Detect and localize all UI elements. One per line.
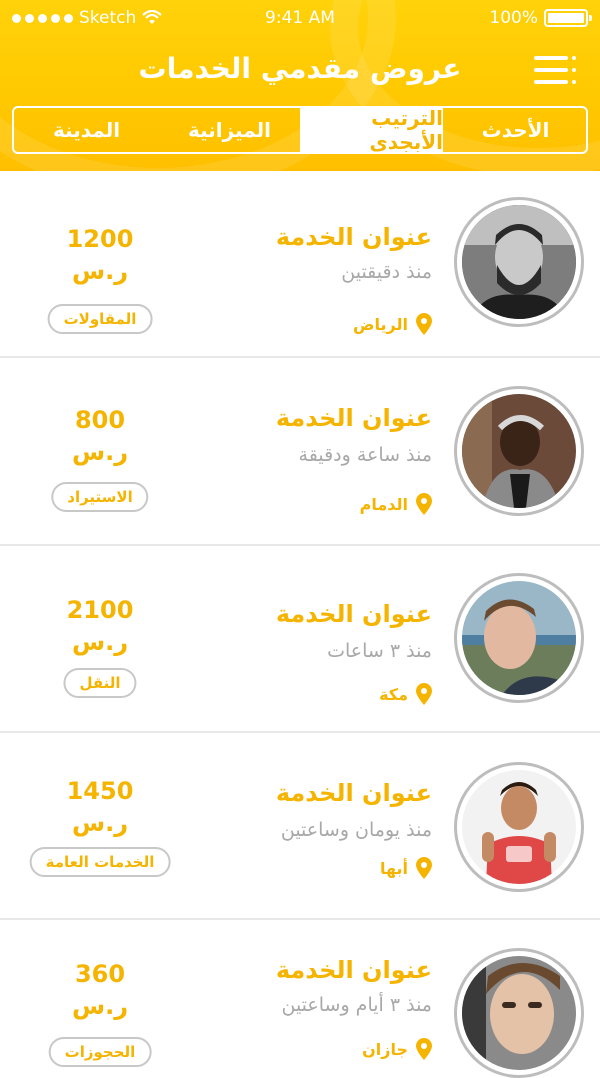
location-pin-icon <box>416 1038 432 1060</box>
tab-alphabetical[interactable]: الترتيب الأبجدي <box>300 108 443 152</box>
currency-label: ر.س <box>71 992 129 1020</box>
currency-label: ر.س <box>71 809 129 837</box>
avatar <box>454 762 584 892</box>
category-tag[interactable]: الحجوزات <box>48 1037 152 1067</box>
service-title: عنوان الخدمة <box>275 956 432 984</box>
city-name: الرياض <box>353 314 408 334</box>
avatar <box>454 948 584 1078</box>
location-pin-icon <box>416 313 432 335</box>
offers-list: عنوان الخدمة منذ دقيقتين الرياض 1200 ر.س… <box>0 171 600 1078</box>
location-pin-icon <box>416 857 432 879</box>
tab-budget[interactable]: الميزانية <box>157 108 300 152</box>
service-title: عنوان الخدمة <box>275 223 432 251</box>
price-value: 800 <box>74 406 126 434</box>
category-tag[interactable]: النقل <box>63 668 137 698</box>
offer-row[interactable]: عنوان الخدمة منذ ساعة ودقيقة الدمام 800 … <box>0 358 600 546</box>
currency-label: ر.س <box>71 257 129 285</box>
tab-city[interactable]: المدينة <box>14 108 157 152</box>
category-tag[interactable]: الخدمات العامة <box>29 847 171 877</box>
offer-row[interactable]: عنوان الخدمة منذ يومان وساعتين أبها 1450… <box>0 733 600 920</box>
person-photo <box>462 394 576 508</box>
category-tag[interactable]: المقاولات <box>47 304 153 334</box>
location-pin-icon <box>416 683 432 705</box>
currency-label: ر.س <box>71 438 129 466</box>
posted-time: منذ يومان وساعتين <box>280 819 432 841</box>
person-photo <box>462 770 576 884</box>
price-value: 360 <box>74 960 126 988</box>
location: الدمام <box>360 493 432 515</box>
person-photo <box>462 956 576 1070</box>
price-value: 2100 <box>66 596 134 624</box>
offer-row[interactable]: عنوان الخدمة منذ ٣ أيام وساعتين جازان 36… <box>0 920 600 1078</box>
city-name: الدمام <box>359 494 408 514</box>
posted-time: منذ ٣ ساعات <box>327 640 432 662</box>
posted-time: منذ ساعة ودقيقة <box>298 444 432 466</box>
avatar <box>454 386 584 516</box>
location-pin-icon <box>416 493 432 515</box>
person-photo <box>462 581 576 695</box>
posted-time: منذ ٣ أيام وساعتين <box>281 994 432 1016</box>
location: مكة <box>379 683 432 705</box>
menu-button[interactable] <box>530 52 576 88</box>
battery-percent: 100% <box>489 8 538 28</box>
currency-label: ر.س <box>71 628 129 656</box>
service-title: عنوان الخدمة <box>275 600 432 628</box>
battery-group: 100% <box>489 8 592 28</box>
tab-latest[interactable]: الأحدث <box>443 108 586 152</box>
location: الرياض <box>353 313 432 335</box>
person-photo <box>462 205 576 319</box>
service-title: عنوان الخدمة <box>275 779 432 807</box>
service-title: عنوان الخدمة <box>275 404 432 432</box>
city-name: جازان <box>362 1039 408 1059</box>
page-title: عروض مقدمي الخدمات <box>138 52 462 85</box>
battery-icon <box>544 9 592 27</box>
city-name: أبها <box>379 858 408 878</box>
app-header: Sketch 9:41 AM 100% عروض مقدمي الخدمات ا… <box>0 0 600 171</box>
price-value: 1450 <box>66 777 134 805</box>
offer-row[interactable]: عنوان الخدمة منذ دقيقتين الرياض 1200 ر.س… <box>0 171 600 358</box>
location: جازان <box>362 1038 432 1060</box>
posted-time: منذ دقيقتين <box>341 261 432 283</box>
sort-tabs: الأحدث الترتيب الأبجدي الميزانية المدينة <box>12 106 588 154</box>
category-tag[interactable]: الاستيراد <box>51 482 149 512</box>
price-value: 1200 <box>66 225 134 253</box>
offer-row[interactable]: عنوان الخدمة منذ ٣ ساعات مكة 2100 ر.س ال… <box>0 546 600 733</box>
status-bar: Sketch 9:41 AM 100% <box>0 0 600 38</box>
location: أبها <box>380 857 432 879</box>
avatar <box>454 197 584 327</box>
city-name: مكة <box>379 684 408 704</box>
avatar <box>454 573 584 703</box>
